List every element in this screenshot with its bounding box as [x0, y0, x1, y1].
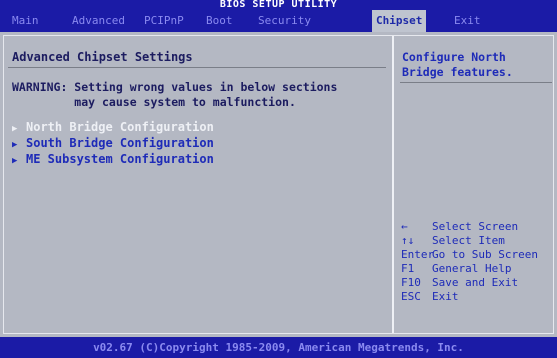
key-description: Exit: [432, 290, 459, 303]
key-description: Save and Exit: [432, 276, 519, 289]
tab-advanced[interactable]: Advanced: [68, 10, 129, 32]
bios-title: BIOS SETUP UTILITY: [0, 0, 557, 10]
submenu-list: ▶ North Bridge Configuration ▶ South Bridg…: [12, 120, 214, 168]
legend-row: F1 General Help: [401, 262, 538, 276]
arrow-right-icon: ▶: [12, 156, 18, 166]
menu-north-bridge[interactable]: ▶ North Bridge Configuration: [12, 120, 214, 136]
legend-row: ↑↓ Select Item: [401, 234, 538, 248]
help-separator: [400, 82, 552, 83]
panel-divider: [392, 36, 394, 333]
tab-exit[interactable]: Exit: [450, 10, 485, 32]
key-description: Select Item: [432, 234, 505, 247]
menu-item-label: South Bridge Configuration: [26, 136, 214, 150]
section-separator: [8, 67, 386, 68]
key-label: ESC: [401, 290, 421, 303]
tab-boot[interactable]: Boot: [202, 10, 237, 32]
help-description: Configure North Bridge features.: [402, 50, 513, 79]
tab-bar: Main Advanced PCIPnP Boot Security Chips…: [0, 10, 557, 32]
arrow-right-icon: ▶: [12, 140, 18, 150]
section-title: Advanced Chipset Settings: [12, 50, 193, 64]
arrow-right-icon: ▶: [12, 124, 18, 134]
key-label: Enter: [401, 248, 435, 261]
key-description: Select Screen: [432, 220, 519, 233]
warning-line-2: may cause system to malfunction.: [12, 95, 296, 109]
legend-row: ← Select Screen: [401, 220, 538, 234]
tab-security[interactable]: Security: [254, 10, 315, 32]
menu-south-bridge[interactable]: ▶ South Bridge Configuration: [12, 136, 214, 152]
tab-main[interactable]: Main: [8, 10, 43, 32]
key-label: ←: [401, 220, 408, 233]
tab-pcipnp[interactable]: PCIPnP: [140, 10, 188, 32]
warning-line-1: WARNING: Setting wrong values in below s…: [12, 80, 338, 94]
key-legend: ← Select Screen ↑↓ Select Item EnterGo to …: [401, 220, 538, 304]
key-label: ↑↓: [401, 234, 415, 247]
menu-item-label: ME Subsystem Configuration: [26, 152, 214, 166]
tab-chipset[interactable]: Chipset: [372, 10, 427, 32]
key-description: General Help: [432, 262, 512, 275]
legend-row: F10 Save and Exit: [401, 276, 538, 290]
legend-row: ESC Exit: [401, 290, 538, 304]
key-label: F1: [401, 262, 415, 275]
key-description: Go to Sub Screen: [432, 248, 538, 261]
key-label: F10: [401, 276, 421, 289]
main-panel: Advanced Chipset Settings WARNING: Setti…: [0, 32, 557, 337]
copyright-footer: v02.67 (C)Copyright 1985-2009, American …: [0, 337, 557, 358]
warning-text: WARNING: Setting wrong values in below s…: [12, 80, 337, 110]
legend-row: EnterGo to Sub Screen: [401, 248, 538, 262]
menu-item-label: North Bridge Configuration: [26, 120, 214, 134]
menu-me-subsystem[interactable]: ▶ ME Subsystem Configuration: [12, 152, 214, 168]
